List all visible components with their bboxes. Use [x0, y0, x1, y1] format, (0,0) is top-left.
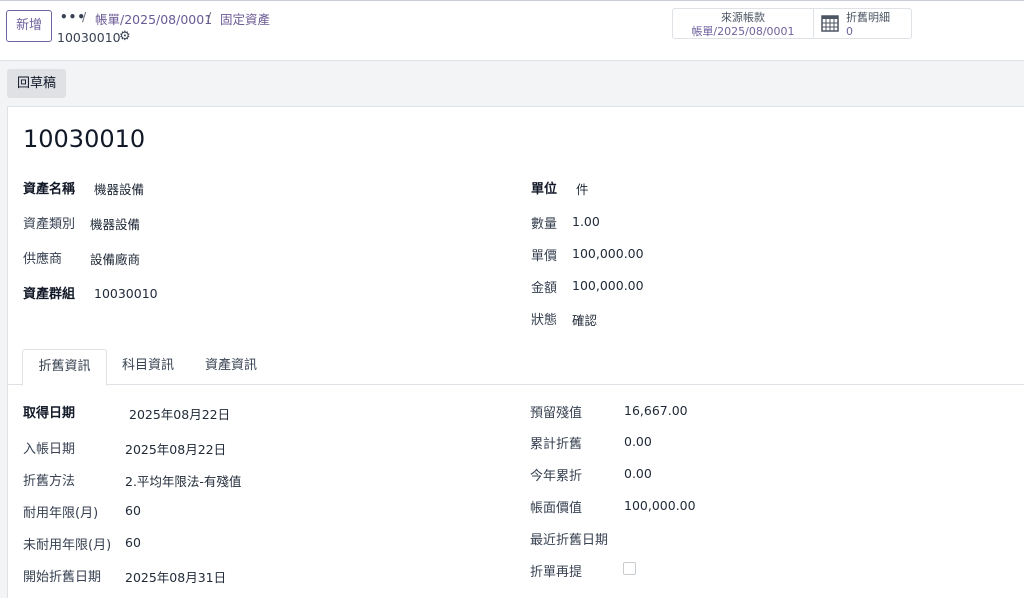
unit-price-value[interactable]: 100,000.00	[572, 246, 644, 261]
posting-date-value[interactable]: 2025年08月22日	[125, 439, 226, 458]
depreciation-detail-count: 0	[846, 25, 853, 38]
depreciation-start-date-label: 開始折舊日期	[23, 570, 102, 585]
tab-asset-info[interactable]: 資產資訊	[190, 349, 272, 385]
asset-group-label: 資產群組	[23, 287, 76, 302]
reset-to-draft-button[interactable]: 回草稿	[7, 69, 66, 98]
tab-depreciation-info[interactable]: 折舊資訊	[22, 349, 107, 386]
tab-account-info[interactable]: 科目資訊	[108, 349, 188, 385]
source-bill-value: 帳單/2025/08/0001	[691, 25, 795, 38]
control-panel: 新增 ••• / 帳單/2025/08/0001 / 固定資產 10030010…	[0, 0, 1024, 61]
acquire-date-label: 取得日期	[23, 406, 76, 421]
gear-icon[interactable]: ⚙	[119, 29, 131, 44]
new-button[interactable]: 新增	[6, 10, 52, 42]
book-value-label: 帳面價值	[530, 501, 583, 516]
record-id: 10030010	[57, 30, 121, 45]
breadcrumb-bill-link[interactable]: 帳單/2025/08/0001	[95, 9, 212, 28]
source-bill-smart-button[interactable]: 來源帳款 帳單/2025/08/0001	[672, 8, 814, 39]
top-border	[0, 0, 1024, 1]
residual-value-value[interactable]: 16,667.00	[624, 403, 688, 418]
notebook-tabs: 折舊資訊 科目資訊 資產資訊	[8, 349, 1024, 386]
useful-life-value[interactable]: 60	[125, 503, 141, 518]
asset-category-label: 資產類別	[23, 217, 76, 232]
calendar-grid-icon	[821, 15, 839, 32]
status-value: 確認	[572, 313, 598, 328]
source-bill-label: 來源帳款	[721, 11, 765, 24]
remaining-life-value[interactable]: 60	[125, 535, 141, 550]
asset-name-value[interactable]: 機器設備	[94, 179, 144, 198]
vendor-value[interactable]: 設備廠商	[90, 249, 140, 268]
remaining-life-label: 未耐用年限(月)	[23, 538, 112, 553]
depreciation-start-date-value[interactable]: 2025年08月31日	[125, 567, 226, 586]
form-sheet: 10030010 資產名稱 機器設備 資產類別 機器設備 供應商 設備廠商 資產…	[7, 106, 1024, 598]
posting-date-label: 入帳日期	[23, 442, 76, 457]
depreciation-method-value[interactable]: 2.平均年限法-有殘值	[125, 471, 241, 490]
asset-category-value[interactable]: 機器設備	[90, 214, 140, 233]
breadcrumb-fixed-asset-link[interactable]: 固定資產	[220, 9, 270, 28]
asset-group-value[interactable]: 10030010	[94, 286, 158, 301]
quantity-value[interactable]: 1.00	[572, 214, 600, 229]
unit-price-label: 單價	[531, 249, 558, 264]
accumulated-depreciation-label: 累計折舊	[530, 437, 583, 452]
ytd-depreciation-value: 0.00	[624, 466, 652, 481]
last-depreciation-date-label: 最近折舊日期	[530, 533, 609, 548]
unit-value[interactable]: 件	[576, 179, 589, 198]
asset-name-label: 資產名稱	[23, 182, 76, 197]
depreciation-detail-label: 折舊明細	[846, 11, 890, 24]
book-value-value: 100,000.00	[624, 498, 696, 513]
record-title: 10030010	[23, 125, 146, 153]
vendor-label: 供應商	[23, 252, 63, 267]
ytd-depreciation-label: 今年累折	[530, 469, 583, 484]
amount-value[interactable]: 100,000.00	[572, 278, 644, 293]
useful-life-label: 耐用年限(月)	[23, 506, 99, 521]
accumulated-depreciation-value: 0.00	[624, 434, 652, 449]
breadcrumb-separator: /	[207, 9, 212, 24]
re-depreciate-label: 折單再提	[530, 565, 583, 580]
acquire-date-value[interactable]: 2025年08月22日	[129, 404, 230, 423]
amount-label: 金額	[531, 281, 558, 296]
quantity-label: 數量	[531, 217, 558, 232]
re-depreciate-checkbox[interactable]	[623, 562, 636, 575]
depreciation-method-label: 折舊方法	[23, 474, 76, 489]
unit-label: 單位	[531, 182, 558, 197]
breadcrumb-separator: /	[82, 9, 87, 24]
status-label: 狀態	[531, 313, 558, 328]
residual-value-label: 預留殘值	[530, 406, 583, 421]
depreciation-detail-smart-button[interactable]: 折舊明細 0	[814, 8, 912, 39]
